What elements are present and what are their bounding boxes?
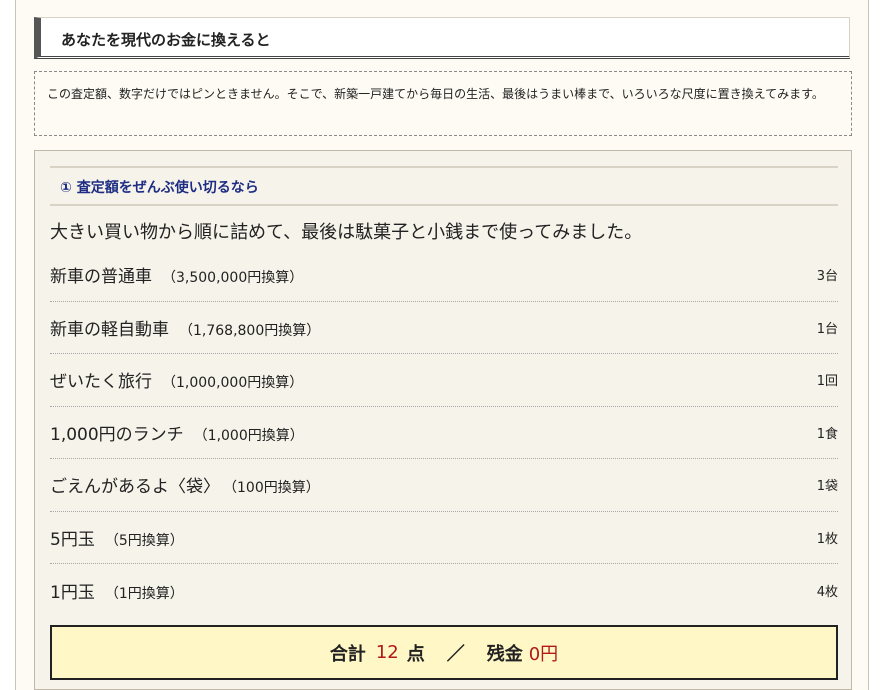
item-note: （1円換算） <box>104 585 184 602</box>
total-unit: 点 <box>406 643 425 665</box>
total-summary-box: 合計 12 点 ／ 残金 0円 <box>50 625 838 680</box>
item-note: （1,000円換算） <box>193 427 304 444</box>
item-quantity: 1食 <box>816 426 838 442</box>
total-label: 合計 <box>329 643 366 665</box>
total-separator: ／ <box>446 643 465 665</box>
item-quantity: 1枚 <box>816 531 838 547</box>
section-heading-text: あなたを現代のお金に換えると <box>61 31 271 49</box>
item-note: （1,768,800円換算） <box>179 322 321 339</box>
item-name: ごえんがあるよ〈袋〉 <box>50 477 220 498</box>
purchase-item: ごえんがあるよ〈袋〉 （100円換算） 1袋 <box>50 459 838 512</box>
section-heading: あなたを現代のお金に換えると <box>34 17 850 59</box>
item-quantity: 1台 <box>816 321 838 337</box>
total-count: 12 <box>375 642 399 663</box>
purchase-item: 1円玉 （1円換算） 4枚 <box>50 564 838 617</box>
remaining-amount: 0円 <box>528 643 559 665</box>
purchase-item: 新車の軽自動車 （1,768,800円換算） 1台 <box>50 302 838 354</box>
item-quantity: 1袋 <box>816 479 838 495</box>
spend-panel: ① 査定額をぜんぶ使い切るなら 大きい買い物から順に詰めて、最後は駄菓子と小銭ま… <box>34 150 852 690</box>
item-note: （3,500,000円換算） <box>162 270 304 287</box>
item-quantity: 4枚 <box>816 584 838 600</box>
item-quantity: 3台 <box>816 269 838 285</box>
item-note: （1,000,000円換算） <box>162 375 304 392</box>
intro-note: この査定額、数字だけではピンときません。そこで、新築一戸建てから毎日の生活、最後… <box>34 71 852 136</box>
purchase-item: 5円玉 （5円換算） 1枚 <box>50 512 838 564</box>
item-quantity: 1回 <box>816 374 838 390</box>
item-name: 新車の普通車 <box>50 267 152 288</box>
item-name: 新車の軽自動車 <box>50 319 169 340</box>
panel-subheading-text: ① 査定額をぜんぶ使い切るなら <box>60 180 259 196</box>
purchase-item: ぜいたく旅行 （1,000,000円換算） 1回 <box>50 354 838 407</box>
panel-subheading: ① 査定額をぜんぶ使い切るなら <box>50 166 838 206</box>
purchase-list: 新車の普通車 （3,500,000円換算） 3台 新車の軽自動車 （1,768,80… <box>50 249 838 617</box>
purchase-item: 新車の普通車 （3,500,000円換算） 3台 <box>50 249 838 302</box>
item-name: 5円玉 <box>50 529 95 550</box>
item-note: （5円換算） <box>104 532 184 549</box>
remaining-label: 残金 <box>486 643 523 665</box>
item-name: ぜいたく旅行 <box>50 372 152 393</box>
item-name: 1円玉 <box>50 582 95 603</box>
item-name: 1,000円のランチ <box>50 424 184 445</box>
purchase-item: 1,000円のランチ （1,000円換算） 1食 <box>50 407 838 459</box>
panel-lead-text: 大きい買い物から順に詰めて、最後は駄菓子と小銭まで使ってみました。 <box>50 222 643 243</box>
item-note: （100円換算） <box>230 480 320 497</box>
